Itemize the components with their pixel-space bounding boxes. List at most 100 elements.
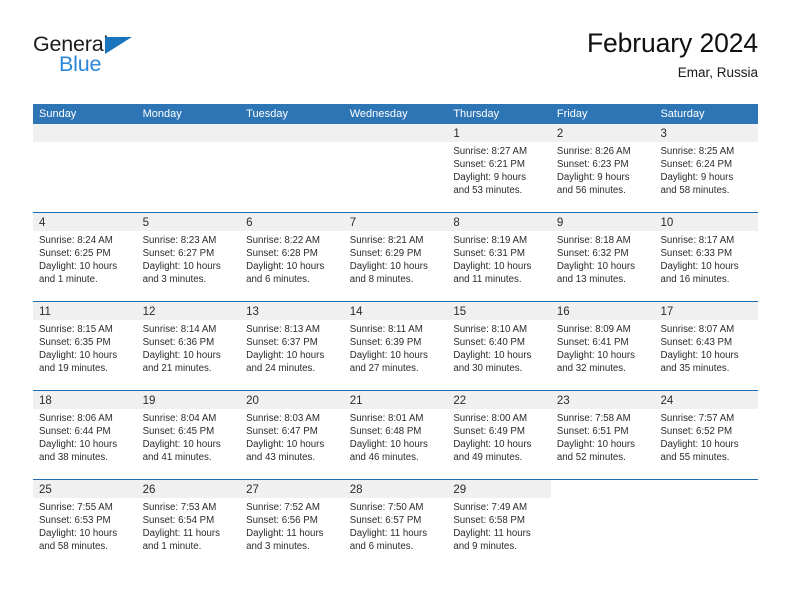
day-number: 7 xyxy=(349,217,357,229)
calendar-day-cell[interactable]: 24 Sunrise: 7:57 AM Sunset: 6:52 PM Dayligh… xyxy=(654,391,759,479)
day-details: Sunrise: 8:24 AM Sunset: 6:25 PM Daylight:… xyxy=(33,231,137,286)
calendar-day-cell[interactable]: 8 Sunrise: 8:19 AM Sunset: 6:31 PM Daylight… xyxy=(447,213,551,301)
day-details: Sunrise: 8:26 AM Sunset: 6:23 PM Daylight:… xyxy=(551,142,655,197)
calendar-day-cell[interactable]: 19 Sunrise: 8:04 AM Sunset: 6:45 PM Dayligh… xyxy=(136,391,241,479)
calendar-day-cell[interactable]: 18 Sunrise: 8:06 AM Sunset: 6:44 PM Dayligh… xyxy=(33,391,137,479)
day-number: 27 xyxy=(246,484,259,496)
day-number: 1 xyxy=(453,128,460,140)
day-number-bar: 25 xyxy=(33,480,137,498)
day-number-bar: 2 xyxy=(550,124,655,142)
calendar-day-cell[interactable]: 28 Sunrise: 7:50 AM Sunset: 6:57 PM Dayligh… xyxy=(343,480,448,568)
sunset-text: Sunset: 6:21 PM xyxy=(453,159,525,171)
day-details: Sunrise: 8:19 AM Sunset: 6:31 PM Daylight:… xyxy=(447,231,551,286)
daylight-text-line1: Daylight: 10 hours xyxy=(556,350,635,362)
calendar-day-cell[interactable]: 15 Sunrise: 8:10 AM Sunset: 6:40 PM Dayligh… xyxy=(447,302,551,390)
calendar-day-cell[interactable]: 20 Sunrise: 8:03 AM Sunset: 6:47 PM Dayligh… xyxy=(240,391,344,479)
calendar-day-cell[interactable]: 10 Sunrise: 8:17 AM Sunset: 6:33 PM Dayligh… xyxy=(654,213,759,301)
day-number: 26 xyxy=(142,484,156,496)
sunrise-text: Sunrise: 8:15 AM xyxy=(39,324,113,335)
calendar-weeks: 1 Sunrise: 8:27 AM Sunset: 6:21 PM Daylight… xyxy=(33,124,759,568)
day-number-bar: 17 xyxy=(654,302,759,320)
day-number: 21 xyxy=(349,395,363,407)
daylight-text-line1: Daylight: 10 hours xyxy=(142,261,221,273)
weekday-header-wednesday: Wednesday xyxy=(349,108,408,120)
calendar-day-cell[interactable]: 6 Sunrise: 8:22 AM Sunset: 6:28 PM Daylight… xyxy=(240,213,344,301)
day-number-bar: 19 xyxy=(136,391,241,409)
calendar-day-cell[interactable]: 21 Sunrise: 8:01 AM Sunset: 6:48 PM Dayligh… xyxy=(343,391,448,479)
daylight-text-line2: and 49 minutes. xyxy=(453,452,523,464)
daylight-text-line2: and 58 minutes. xyxy=(39,541,108,553)
calendar-day-cell[interactable]: 17 Sunrise: 8:07 AM Sunset: 6:43 PM Dayligh… xyxy=(654,302,759,390)
sunset-text: Sunset: 6:24 PM xyxy=(660,159,733,171)
calendar-day-cell[interactable]: 2 Sunrise: 8:26 AM Sunset: 6:23 PM Daylight… xyxy=(550,124,655,212)
sunrise-text: Sunrise: 8:10 AM xyxy=(453,324,528,335)
sunset-text: Sunset: 6:27 PM xyxy=(142,248,215,260)
day-number-bar: 7 xyxy=(343,213,448,231)
sunset-text: Sunset: 6:53 PM xyxy=(39,515,111,527)
daylight-text-line1: Daylight: 9 hours xyxy=(556,172,630,184)
sunrise-text: Sunrise: 8:04 AM xyxy=(142,413,217,424)
daylight-text-line1: Daylight: 10 hours xyxy=(39,439,118,451)
calendar-day-cell[interactable]: 12 Sunrise: 8:14 AM Sunset: 6:36 PM Dayligh… xyxy=(136,302,241,390)
sunrise-text: Sunrise: 7:52 AM xyxy=(246,502,320,513)
calendar-day-cell[interactable]: 27 Sunrise: 7:52 AM Sunset: 6:56 PM Dayligh… xyxy=(240,480,344,568)
calendar-day-cell[interactable]: 1 Sunrise: 8:27 AM Sunset: 6:21 PM Daylight… xyxy=(447,124,551,212)
calendar-day-cell[interactable]: 25 Sunrise: 7:55 AM Sunset: 6:53 PM Dayligh… xyxy=(33,480,137,568)
calendar-week-row: 4 Sunrise: 8:24 AM Sunset: 6:25 PM Daylight… xyxy=(33,213,759,302)
calendar-day-cell[interactable]: 23 Sunrise: 7:58 AM Sunset: 6:51 PM Dayligh… xyxy=(550,391,655,479)
sunset-text: Sunset: 6:47 PM xyxy=(246,426,318,438)
sunrise-text: Sunrise: 8:17 AM xyxy=(660,235,735,246)
calendar-day-cell[interactable]: 3 Sunrise: 8:25 AM Sunset: 6:24 PM Daylight… xyxy=(654,124,759,212)
day-number-bar: 23 xyxy=(550,391,655,409)
calendar-day-cell[interactable]: 5 Sunrise: 8:23 AM Sunset: 6:27 PM Daylight… xyxy=(136,213,241,301)
day-number: 10 xyxy=(660,217,674,229)
sunrise-text: Sunrise: 7:57 AM xyxy=(660,413,735,424)
calendar-day-cell[interactable]: 9 Sunrise: 8:18 AM Sunset: 6:32 PM Daylight… xyxy=(550,213,655,301)
day-number: 23 xyxy=(556,395,570,407)
calendar-day-cell[interactable]: 13 Sunrise: 8:13 AM Sunset: 6:37 PM Dayligh… xyxy=(240,302,344,390)
day-number-bar: 8 xyxy=(447,213,551,231)
calendar-day-cell[interactable]: 14 Sunrise: 8:11 AM Sunset: 6:39 PM Dayligh… xyxy=(343,302,448,390)
calendar-grid: Sunday Monday Tuesday Wednesday Thursday Frid… xyxy=(33,104,759,568)
daylight-text-line1: Daylight: 10 hours xyxy=(349,350,428,362)
day-details: Sunrise: 8:13 AM Sunset: 6:37 PM Daylight:… xyxy=(240,320,344,375)
day-number: 9 xyxy=(556,217,564,229)
sunrise-text: Sunrise: 8:18 AM xyxy=(556,235,631,246)
day-number-bar: 26 xyxy=(136,480,241,498)
daylight-text-line1: Daylight: 9 hours xyxy=(660,172,734,184)
daylight-text-line1: Daylight: 10 hours xyxy=(246,261,325,273)
sunrise-text: Sunrise: 8:14 AM xyxy=(142,324,217,335)
day-number: 16 xyxy=(556,306,570,318)
calendar-day-cell[interactable]: 29 Sunrise: 7:49 AM Sunset: 6:58 PM Dayligh… xyxy=(447,480,551,568)
daylight-text-line2: and 53 minutes. xyxy=(453,185,523,197)
sunrise-text: Sunrise: 8:26 AM xyxy=(556,146,631,157)
weekday-header-tuesday: Tuesday xyxy=(246,108,288,120)
calendar-day-cell[interactable]: 4 Sunrise: 8:24 AM Sunset: 6:25 PM Daylight… xyxy=(33,213,137,301)
sunset-text: Sunset: 6:39 PM xyxy=(349,337,422,349)
calendar-day-cell[interactable]: 7 Sunrise: 8:21 AM Sunset: 6:29 PM Daylight… xyxy=(343,213,448,301)
day-details: Sunrise: 8:07 AM Sunset: 6:43 PM Daylight:… xyxy=(654,320,758,375)
calendar-week-row: 1 Sunrise: 8:27 AM Sunset: 6:21 PM Daylight… xyxy=(33,124,759,213)
sunrise-text: Sunrise: 7:49 AM xyxy=(453,502,528,513)
daylight-text-line2: and 1 minute. xyxy=(39,274,98,286)
daylight-text-line1: Daylight: 10 hours xyxy=(246,350,325,362)
calendar-day-cell[interactable]: 11 Sunrise: 8:15 AM Sunset: 6:35 PM Dayligh… xyxy=(33,302,137,390)
day-number-bar: 27 xyxy=(240,480,344,498)
sunset-text: Sunset: 6:31 PM xyxy=(453,248,525,260)
day-details: Sunrise: 8:06 AM Sunset: 6:44 PM Daylight:… xyxy=(33,409,137,464)
day-number-bar: 11 xyxy=(33,302,137,320)
sunrise-text: Sunrise: 8:03 AM xyxy=(246,413,320,424)
day-number: 8 xyxy=(453,217,460,229)
calendar-day-cell[interactable]: 26 Sunrise: 7:53 AM Sunset: 6:54 PM Dayligh… xyxy=(136,480,241,568)
calendar-day-cell[interactable]: 22 Sunrise: 8:00 AM Sunset: 6:49 PM Dayligh… xyxy=(447,391,551,479)
day-details: Sunrise: 8:14 AM Sunset: 6:36 PM Daylight:… xyxy=(137,320,241,375)
day-number: 2 xyxy=(556,128,564,140)
sunset-text: Sunset: 6:25 PM xyxy=(39,248,111,260)
sunset-text: Sunset: 6:49 PM xyxy=(453,426,525,438)
calendar-day-cell[interactable]: 16 Sunrise: 8:09 AM Sunset: 6:41 PM Dayligh… xyxy=(550,302,655,390)
sunset-text: Sunset: 6:54 PM xyxy=(142,515,215,527)
day-details: Sunrise: 7:58 AM Sunset: 6:51 PM Daylight:… xyxy=(551,409,655,464)
day-number-bar xyxy=(136,124,241,142)
weekday-header-monday: Monday xyxy=(142,108,182,120)
general-blue-logo[interactable]: General Blue xyxy=(33,33,203,90)
